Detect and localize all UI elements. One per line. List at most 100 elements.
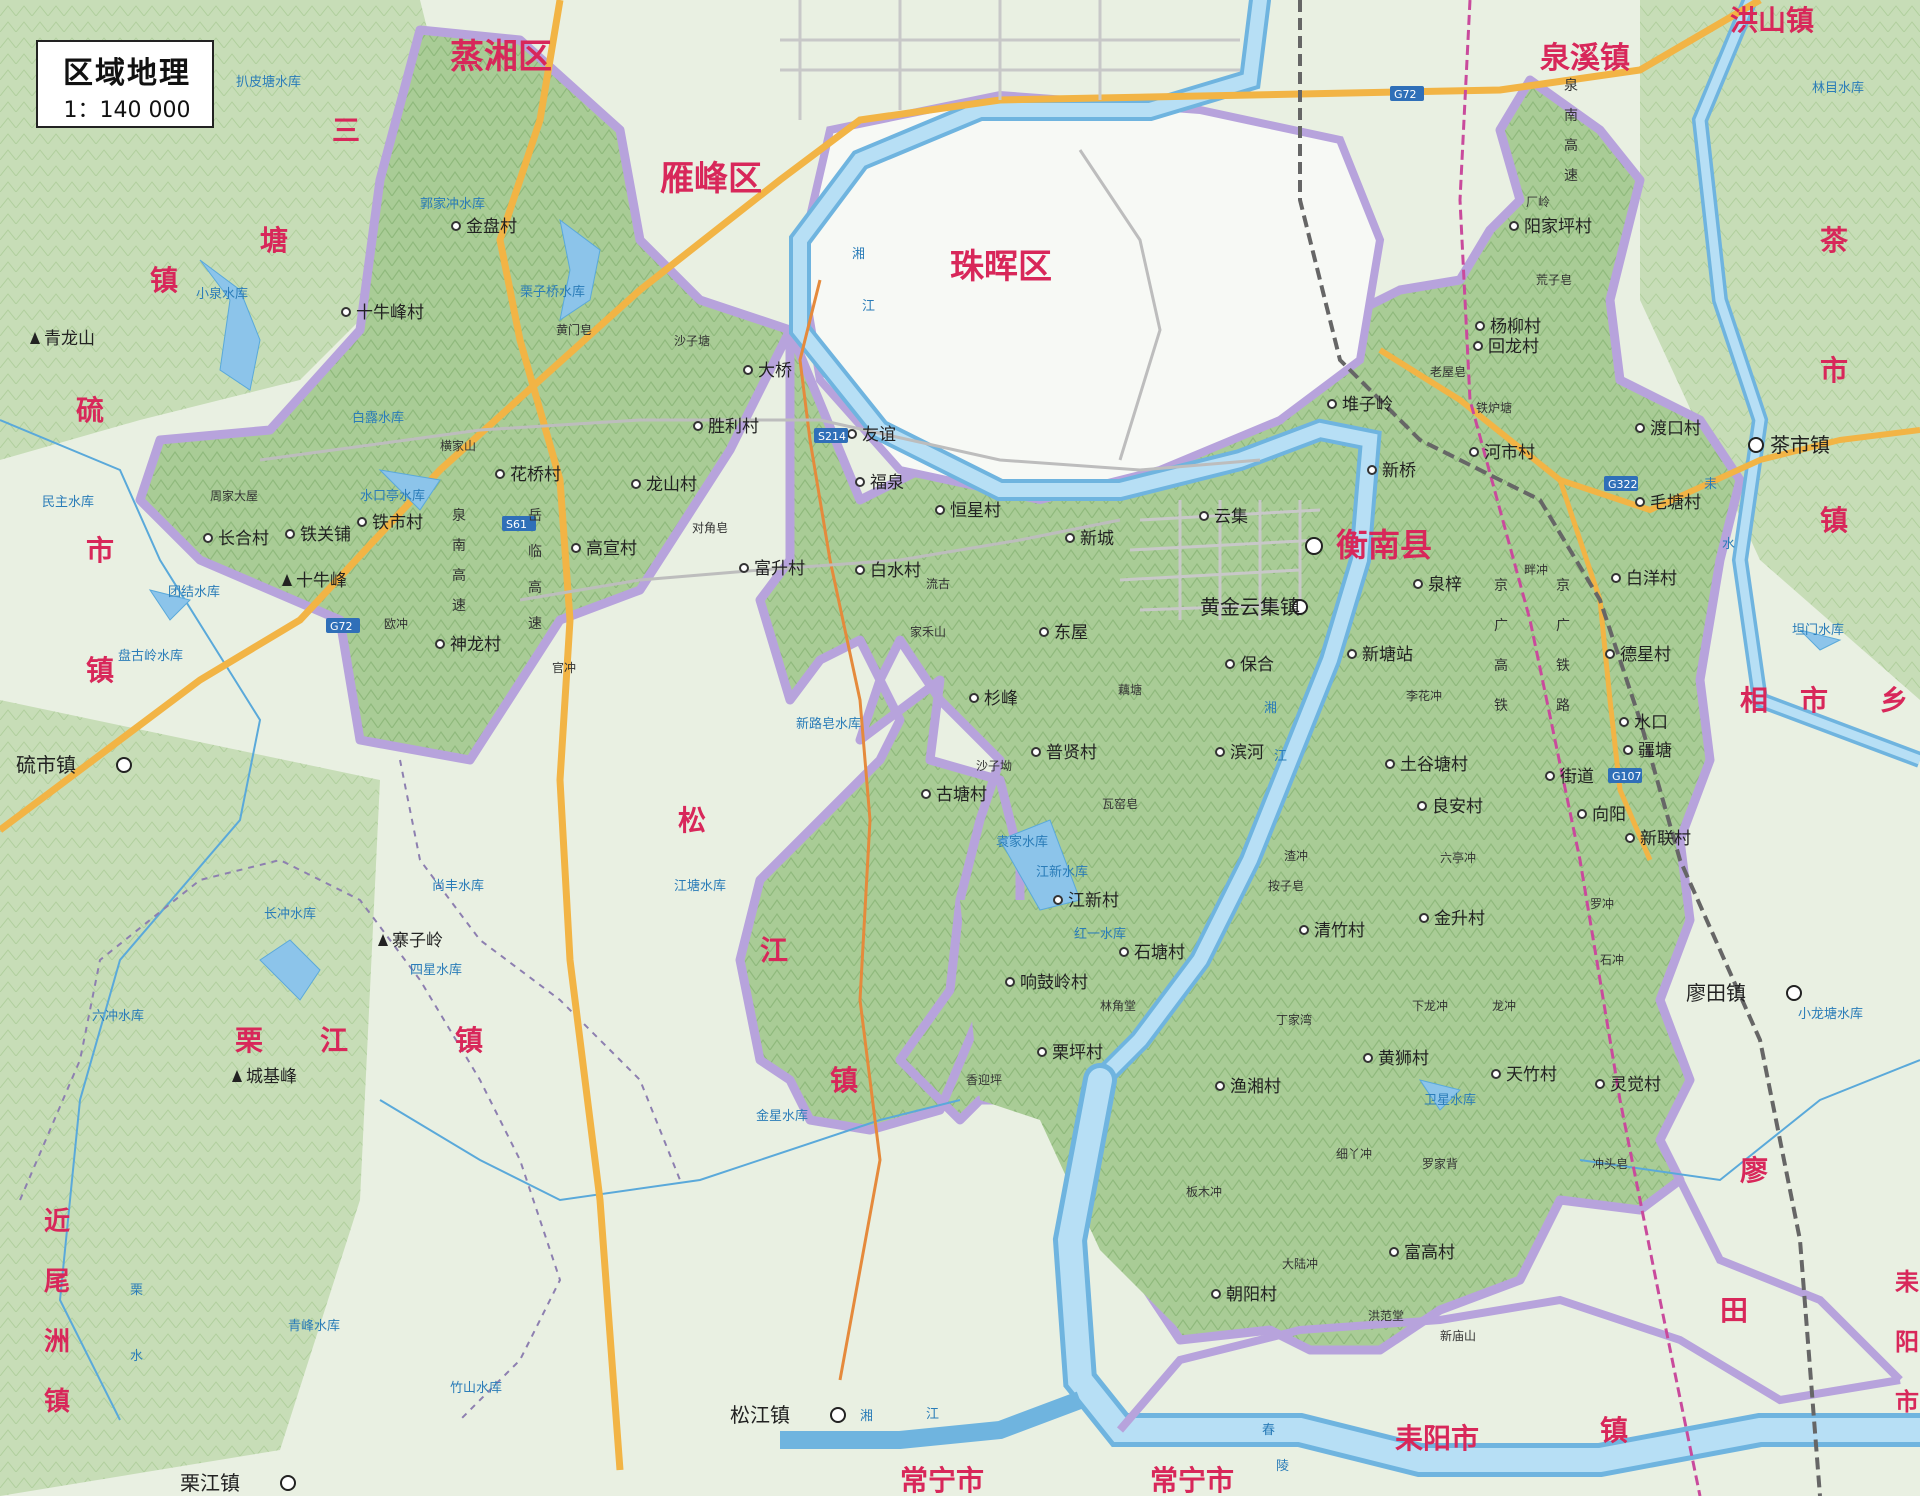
- minor-place-label: 老屋皂: [1430, 365, 1466, 379]
- region-label-liaotian1: 廖: [1740, 1154, 1768, 1187]
- village-icon-liping: [1037, 1047, 1047, 1057]
- village-icon-duiziling: [1327, 399, 1337, 409]
- village-icon-yangjiaping: [1509, 221, 1519, 231]
- peak-label-shiniu: 十牛峰: [296, 571, 347, 591]
- village-icon-baishui: [855, 565, 865, 575]
- village-label-tugutang: 土谷塘村: [1400, 755, 1468, 775]
- village-label-youyi: 友谊: [862, 425, 896, 445]
- region-label-jinwei1: 近: [44, 1207, 70, 1237]
- village-icon-yangliu: [1475, 321, 1485, 331]
- minor-place-label: 罗家背: [1422, 1156, 1458, 1171]
- region-label-changning2: 常宁市: [1150, 1464, 1234, 1496]
- reservoir-label: 坦门水库: [1792, 622, 1844, 638]
- village-icon-jinsheng: [1419, 913, 1429, 923]
- village-label-longshan: 龙山村: [646, 475, 697, 495]
- river-label-xiang2: 江: [862, 299, 875, 314]
- town-icon-liaotian: [1786, 985, 1802, 1001]
- village-label-chaoyang: 朝阳村: [1226, 1285, 1277, 1305]
- region-label-liaotian2: 田: [1720, 1294, 1748, 1327]
- reservoir-label: 盘古岭水库: [118, 648, 183, 664]
- village-label-huaqiao: 花桥村: [510, 465, 561, 485]
- road-name-char: 南: [452, 538, 466, 554]
- village-icon-yunji: [1199, 511, 1209, 521]
- minor-place-label: 对角皂: [692, 521, 728, 535]
- village-label-baohe: 保合: [1240, 655, 1274, 675]
- minor-place-label: 香迎坪: [966, 1073, 1002, 1087]
- village-icon-shenlong: [435, 639, 445, 649]
- town-label-chashi: 茶市镇: [1770, 433, 1830, 457]
- village-label-liping: 栗坪村: [1052, 1043, 1103, 1063]
- minor-place-label: 六亭冲: [1440, 850, 1476, 865]
- village-label-hengxing: 恒星村: [950, 501, 1001, 521]
- reservoir-label: 六冲水库: [92, 1008, 144, 1024]
- reservoir-label: 袁家水库: [996, 834, 1048, 850]
- minor-place-label: 沙子坳: [976, 759, 1012, 773]
- reservoir-label: 水口亭水库: [360, 488, 425, 504]
- river-label-lei1: 耒: [1704, 477, 1717, 492]
- minor-place-label: 畔冲: [1524, 562, 1548, 577]
- village-label-tieguanpu: 铁关铺: [300, 525, 351, 545]
- village-label-quanzi: 泉梓: [1428, 575, 1462, 595]
- town-label-liaotian: 廖田镇: [1686, 981, 1746, 1005]
- road-name-char: 岳: [528, 508, 542, 524]
- town-label-shushi: 硫市镇: [16, 753, 76, 777]
- minor-place-label: 横家山: [440, 438, 476, 453]
- reservoir-label: 新路皂水库: [796, 716, 861, 732]
- legend-scale: 1：140 000: [63, 98, 191, 123]
- highway-label-g72b: G72: [330, 620, 353, 633]
- village-label-lingjue: 灵觉村: [1610, 1075, 1661, 1095]
- minor-place-label: 板木冲: [1186, 1184, 1222, 1199]
- village-label-puxian: 普贤村: [1046, 743, 1097, 763]
- region-label-song3: 镇: [830, 1064, 858, 1097]
- village-icon-xinlian: [1625, 833, 1635, 843]
- minor-place-label: 周家大屋: [210, 488, 258, 503]
- village-label-shanfeng: 杉峰: [984, 689, 1018, 709]
- map-canvas[interactable]: 蒸湘区 雁峰区 珠晖区 泉溪镇 洪山镇三塘镇硫市镇茶市镇相市乡松江镇栗江镇近尾洲镇廖田镇…: [0, 0, 1920, 1496]
- village-label-huilong: 回龙村: [1488, 337, 1539, 357]
- region-label-zhengxiang: 蒸湘区: [450, 37, 552, 77]
- region-label-jinwei2: 尾: [44, 1267, 70, 1297]
- minor-place-label: 石冲: [1600, 952, 1624, 967]
- village-icon-tieshi: [357, 517, 367, 527]
- region-label-changning1: 常宁市: [900, 1464, 984, 1496]
- village-icon-dongwu: [1039, 627, 1049, 637]
- road-name-char: 临: [528, 544, 542, 560]
- river-label-xiang1: 湘: [852, 247, 865, 262]
- road-name-char: 泉: [1564, 77, 1578, 94]
- road-name-char: 铁: [1556, 658, 1570, 674]
- road-name-char: 泉: [452, 507, 466, 524]
- road-name-char: 高: [528, 579, 542, 596]
- region-label-cha1: 茶: [1820, 224, 1849, 257]
- village-icon-shengli: [693, 421, 703, 431]
- village-label-xinlian: 新联村: [1640, 829, 1691, 849]
- village-icon-hushi: [1469, 447, 1479, 457]
- village-icon-shiniufeng: [341, 307, 351, 317]
- village-label-shengli: 胜利村: [708, 417, 759, 437]
- reservoir-label: 江新水库: [1036, 864, 1088, 880]
- county-seat-label: 衡南县: [1336, 526, 1432, 564]
- village-label-jinsheng: 金升村: [1434, 909, 1485, 929]
- village-label-jiedao: 街道: [1560, 767, 1594, 787]
- village-icon-huangshi: [1363, 1053, 1373, 1063]
- village-label-changhe: 长合村: [218, 529, 269, 549]
- legend-title: 区域地理: [63, 56, 191, 91]
- minor-place-label: 洪范堂: [1368, 1309, 1404, 1323]
- village-label-baiyang: 白洋村: [1626, 569, 1677, 589]
- reservoir-label: 民主水库: [42, 494, 94, 510]
- village-icon-jiedao: [1545, 771, 1555, 781]
- village-icon-liangan: [1417, 801, 1427, 811]
- river-label-li2: 水: [130, 1349, 143, 1364]
- village-icon-xincheng: [1065, 533, 1075, 543]
- peak-label-zhaizi: 寨子岭: [392, 931, 443, 951]
- village-icon-baiyang: [1611, 573, 1621, 583]
- village-label-maotang: 毛塘村: [1650, 493, 1701, 513]
- town-icon-chashi: [1748, 437, 1764, 453]
- village-label-yangliu: 杨柳村: [1490, 317, 1541, 337]
- reservoir-label: 金星水库: [756, 1108, 808, 1124]
- village-label-gaoxuan: 高宣村: [586, 539, 637, 559]
- reservoir-label: 郭家冲水库: [420, 196, 485, 212]
- road-name-char: 广: [1494, 618, 1508, 634]
- reservoir-label: 红一水库: [1074, 926, 1126, 942]
- minor-place-label: 沙子塘: [674, 333, 710, 348]
- village-label-shuikou: 水口: [1634, 713, 1668, 733]
